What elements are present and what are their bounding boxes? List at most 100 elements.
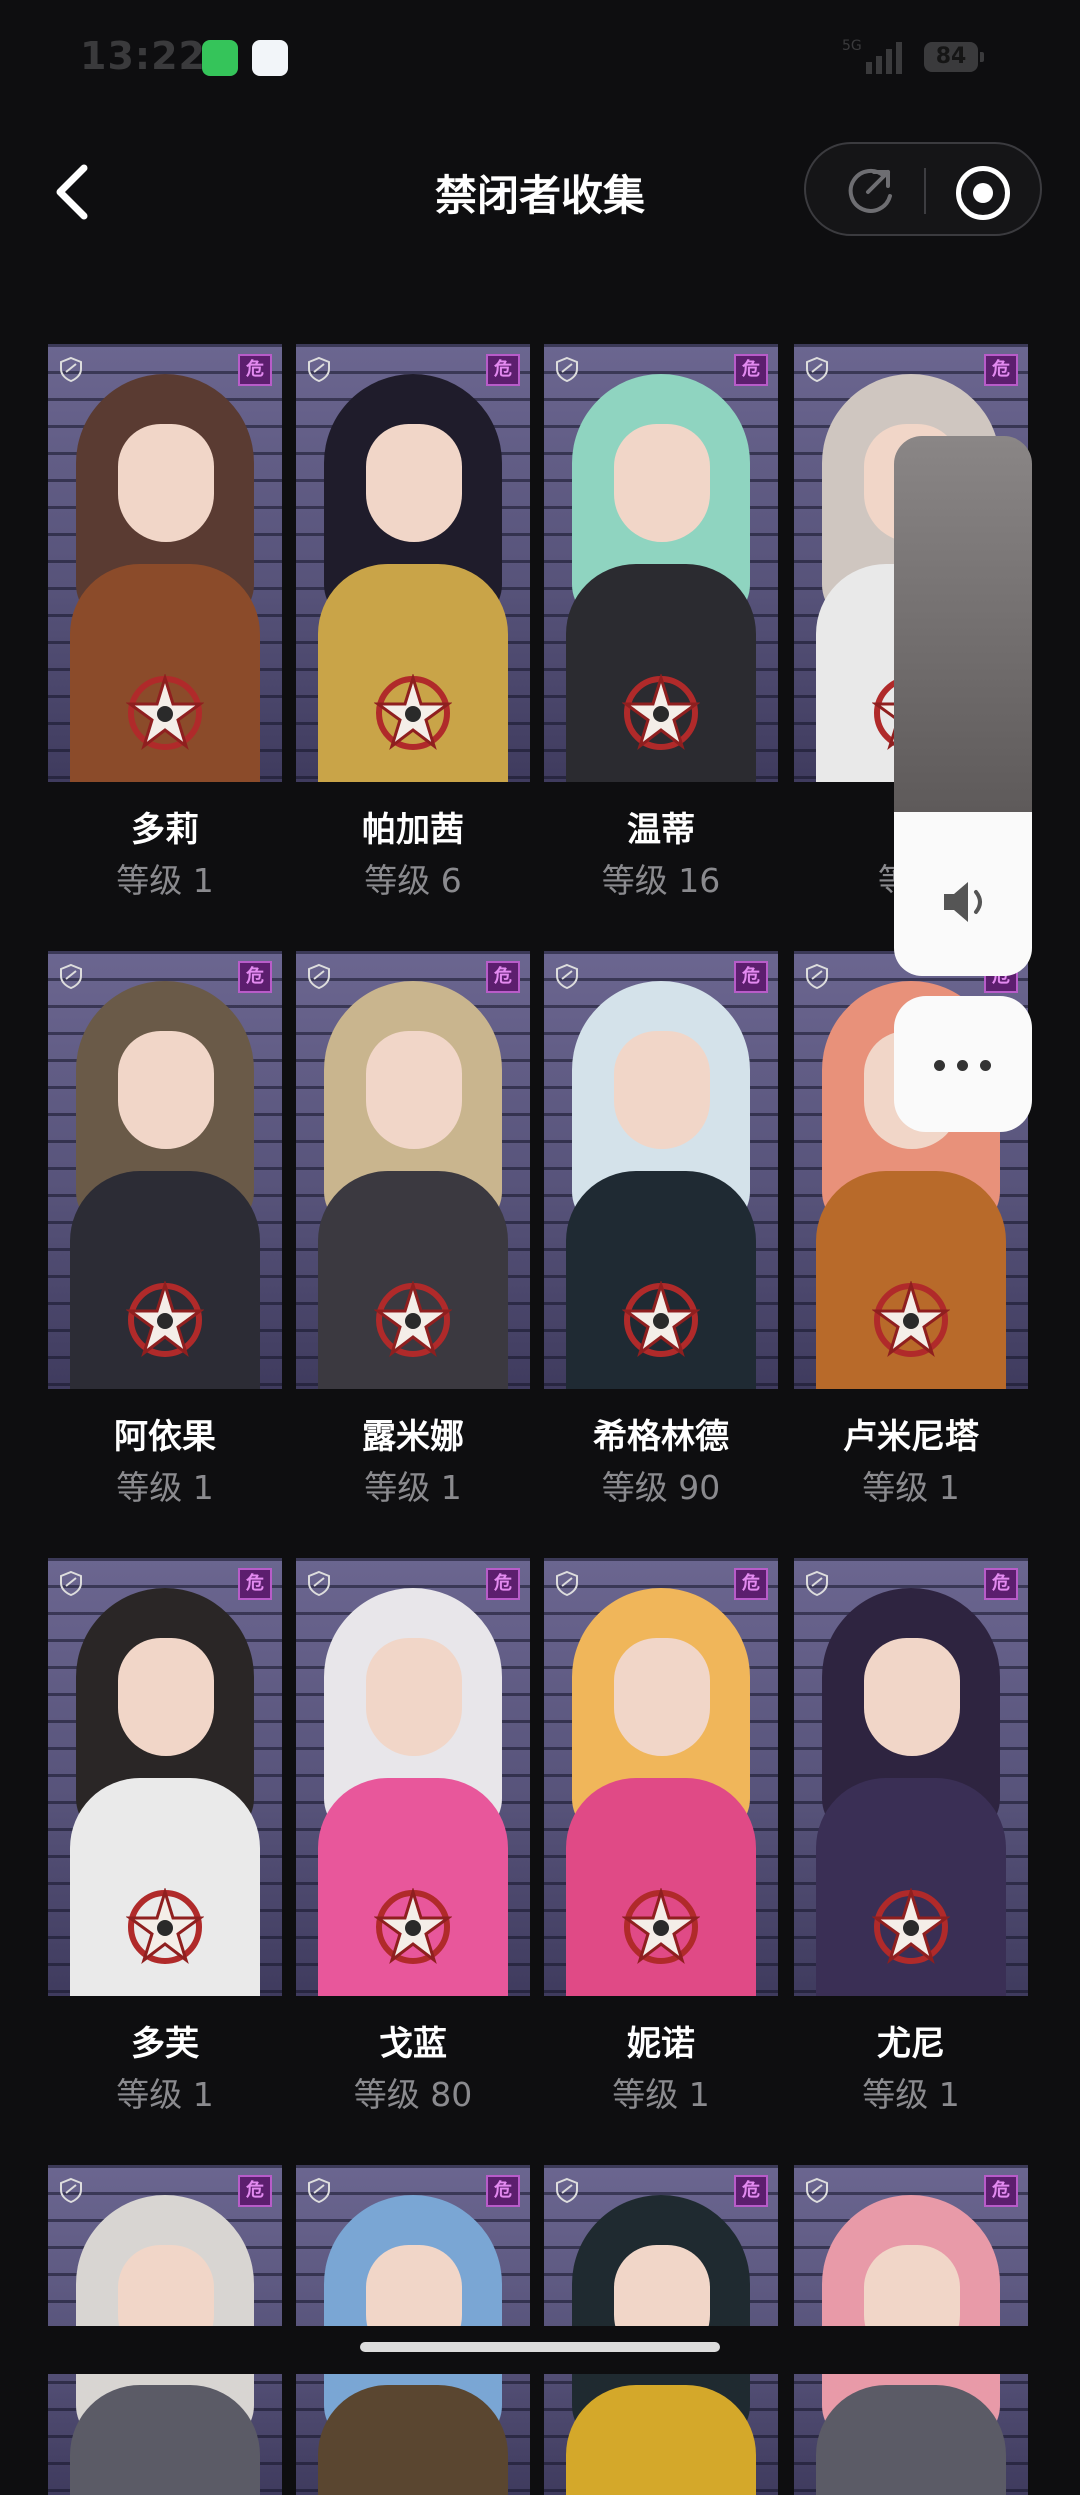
character-name: 温蒂 <box>627 810 695 850</box>
character-portrait: 危 <box>296 951 530 1389</box>
danger-badge-icon: 危 <box>486 1568 520 1600</box>
portrait-face <box>864 1638 960 1756</box>
character-card[interactable]: 危 多芙 等级 1 <box>48 1558 282 2118</box>
character-name: 阿依果 <box>114 1417 216 1457</box>
character-portrait: 危 <box>794 1558 1028 1996</box>
danger-badge-icon: 危 <box>238 2175 272 2207</box>
more-button[interactable] <box>894 996 1032 1132</box>
star-emblem-icon <box>126 1888 204 1965</box>
volume-track <box>894 436 1032 812</box>
danger-badge-icon: 危 <box>984 2175 1018 2207</box>
rank-shield-icon <box>60 963 82 989</box>
danger-badge-icon: 危 <box>486 354 520 386</box>
danger-badge-icon: 危 <box>734 1568 768 1600</box>
rank-shield-icon <box>806 1570 828 1596</box>
rank-shield-icon <box>556 1570 578 1596</box>
star-emblem-icon <box>126 1281 204 1358</box>
character-level: 等级 1 <box>116 861 214 900</box>
character-card[interactable]: 危 希格林德 等级 90 <box>544 951 778 1511</box>
star-emblem-icon <box>374 674 452 751</box>
rank-shield-icon <box>308 963 330 989</box>
network-type: 5G <box>842 38 862 54</box>
portrait-face <box>614 424 710 542</box>
character-level: 等级 80 <box>353 2075 473 2114</box>
danger-badge-icon: 危 <box>734 961 768 993</box>
portrait-face <box>366 1638 462 1756</box>
character-level: 等级 1 <box>612 2075 710 2114</box>
more-dot <box>980 1060 991 1071</box>
danger-badge-icon: 危 <box>734 2175 768 2207</box>
rank-shield-icon <box>806 356 828 382</box>
share-icon[interactable] <box>844 166 896 216</box>
character-portrait: 危 <box>544 1558 778 1996</box>
character-level: 等级 1 <box>862 2075 960 2114</box>
character-portrait: 危 <box>296 344 530 782</box>
status-time: 13:22 <box>80 34 206 78</box>
character-name: 妮诺 <box>627 2024 695 2064</box>
network-app-icon <box>252 40 288 76</box>
character-portrait: 危 <box>296 1558 530 1996</box>
character-card[interactable]: 危 多莉 等级 1 <box>48 344 282 904</box>
character-level: 等级 1 <box>364 1468 462 1507</box>
danger-badge-icon: 危 <box>734 354 768 386</box>
star-emblem-icon <box>872 1281 950 1358</box>
star-emblem-icon <box>374 1281 452 1358</box>
danger-badge-icon: 危 <box>486 2175 520 2207</box>
rank-shield-icon <box>556 963 578 989</box>
portrait-face <box>366 1031 462 1149</box>
star-emblem-icon <box>622 1888 700 1965</box>
wechat-notification-icon <box>202 40 238 76</box>
star-emblem-icon <box>622 674 700 751</box>
portrait-outfit <box>566 2385 756 2495</box>
portrait-outfit <box>816 2385 1006 2495</box>
capsule-divider <box>924 168 926 214</box>
character-name: 露米娜 <box>362 1417 464 1457</box>
speaker-icon <box>944 882 982 922</box>
rank-shield-icon <box>556 356 578 382</box>
rank-shield-icon <box>806 2177 828 2203</box>
portrait-face <box>118 1031 214 1149</box>
character-level: 等级 1 <box>116 1468 214 1507</box>
record-icon[interactable] <box>956 166 1010 220</box>
character-card[interactable]: 危 温蒂 等级 16 <box>544 344 778 904</box>
character-level: 等级 16 <box>601 861 721 900</box>
rank-shield-icon <box>60 1570 82 1596</box>
home-indicator[interactable] <box>360 2342 720 2352</box>
danger-badge-icon: 危 <box>238 961 272 993</box>
character-portrait: 危 <box>544 951 778 1389</box>
rank-shield-icon <box>308 1570 330 1596</box>
portrait-outfit <box>70 2385 260 2495</box>
character-card[interactable]: 危 帕加茜 等级 6 <box>296 344 530 904</box>
rank-shield-icon <box>60 356 82 382</box>
rank-shield-icon <box>556 2177 578 2203</box>
rank-shield-icon <box>806 963 828 989</box>
character-level: 等级 1 <box>862 1468 960 1507</box>
character-name: 戈蓝 <box>379 2024 447 2064</box>
character-card[interactable]: 危 妮诺 等级 1 <box>544 1558 778 2118</box>
character-level: 等级 1 <box>116 2075 214 2114</box>
portrait-face <box>614 1638 710 1756</box>
character-portrait: 危 <box>48 344 282 782</box>
star-emblem-icon <box>622 1281 700 1358</box>
star-emblem-icon <box>126 674 204 751</box>
more-dot <box>957 1060 968 1071</box>
character-card[interactable]: 危 阿依果 等级 1 <box>48 951 282 1511</box>
character-name: 多莉 <box>131 810 199 850</box>
character-card[interactable]: 危 露米娜 等级 1 <box>296 951 530 1511</box>
rank-shield-icon <box>60 2177 82 2203</box>
character-name: 卢米尼塔 <box>843 1417 979 1457</box>
character-name: 多芙 <box>131 2024 199 2064</box>
character-portrait: 危 <box>544 344 778 782</box>
signal-icon: 5G <box>842 38 902 74</box>
character-portrait: 危 <box>48 951 282 1389</box>
battery-level: 84 <box>924 42 984 72</box>
character-card[interactable]: 危 尤尼 等级 1 <box>794 1558 1028 2118</box>
character-card[interactable]: 危 戈蓝 等级 80 <box>296 1558 530 2118</box>
volume-slider[interactable] <box>894 436 1032 976</box>
character-name: 帕加茜 <box>362 810 464 850</box>
danger-badge-icon: 危 <box>486 961 520 993</box>
character-name: 希格林德 <box>593 1417 729 1457</box>
star-emblem-icon <box>872 1888 950 1965</box>
portrait-face <box>366 424 462 542</box>
status-bar: 13:22 5G 84 <box>0 0 1080 120</box>
